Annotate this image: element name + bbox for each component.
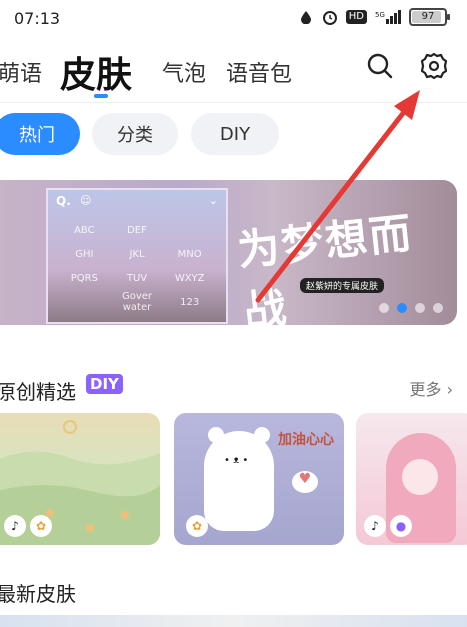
banner-dot[interactable] — [433, 303, 443, 313]
smile-icon: ☺ — [80, 194, 92, 207]
keyboard-key: DEF — [127, 224, 147, 236]
banner-pagination — [379, 303, 443, 313]
tab-bubble[interactable]: 气泡 — [162, 56, 206, 88]
battery-level: 97 — [421, 11, 435, 22]
banner-dot[interactable] — [415, 303, 425, 313]
music-note-icon: ♪ — [4, 515, 26, 537]
chevron-down-icon: ⌄ — [208, 194, 218, 207]
drop-icon — [298, 9, 314, 25]
more-link[interactable]: 更多 › — [409, 376, 453, 400]
keyboard-preview-image: Q. ☺ ⌄ ABC DEF GHI JKL MNO PQRS TUV WXYZ Gover w… — [46, 188, 228, 324]
status-time: 07:13 — [14, 9, 61, 28]
tab-mengyu[interactable]: 萌语 — [0, 56, 42, 88]
keyboard-key: Gover water — [121, 291, 153, 313]
signal-icon: 5G — [375, 9, 401, 25]
bear-card-text: 加油心心 — [278, 432, 334, 448]
signal-label: 5G — [375, 11, 385, 19]
user-icon: ● — [390, 515, 412, 537]
music-note-icon: ♪ — [364, 515, 386, 537]
keyboard-key: PQRS — [70, 272, 98, 284]
keyboard-key: 123 — [180, 296, 200, 308]
more-label: 更多 — [409, 380, 442, 399]
chip-category[interactable]: 分类 — [92, 113, 178, 155]
bear-face: • ᴥ • — [224, 455, 249, 466]
tab-skin[interactable]: 皮肤 — [60, 46, 132, 98]
status-bar: 07:13 HD 5G 97 — [0, 0, 467, 38]
keyboard-key: GHI — [75, 248, 94, 260]
bear-illustration: • ᴥ • — [204, 431, 274, 531]
chip-diy[interactable]: DIY — [191, 113, 279, 155]
promo-banner[interactable]: Q. ☺ ⌄ ABC DEF GHI JKL MNO PQRS TUV WXYZ Gover w… — [0, 180, 457, 325]
chevron-right-icon: › — [446, 380, 453, 399]
keyboard-key: TUV — [126, 272, 148, 284]
search-icon — [366, 52, 394, 84]
keyboard-logo-icon: Q. — [56, 194, 71, 208]
settings-button[interactable] — [418, 52, 450, 84]
battery-indicator: 97 — [409, 8, 450, 26]
skin-card-sakura-girl[interactable]: ♪ ● — [356, 413, 467, 545]
diy-badge: DIY — [86, 374, 123, 394]
keyboard-key: ABC — [74, 224, 95, 236]
section-title-original: 原创精选 — [0, 380, 76, 404]
heart-bubble-icon: ♥ — [292, 471, 318, 493]
status-icons: HD 5G 97 — [298, 8, 450, 26]
girl-face — [402, 459, 438, 495]
hd-badge: HD — [345, 10, 367, 24]
skin-card-bear[interactable]: • ᴥ • 加油心心 ♥ ✿ — [174, 413, 344, 545]
search-button[interactable] — [364, 52, 396, 84]
keyboard-key: JKL — [129, 248, 145, 260]
newest-skins-preview[interactable] — [0, 615, 467, 627]
banner-dot[interactable] — [379, 303, 389, 313]
chip-hot[interactable]: 热门 — [0, 113, 80, 155]
keyboard-key: WXYZ — [174, 272, 205, 284]
gear-icon — [419, 51, 449, 85]
section-title-newest: 最新皮肤 — [0, 582, 76, 606]
banner-dot[interactable] — [397, 303, 407, 313]
header-divider — [0, 102, 467, 103]
top-tab-bar: 萌语 皮肤 气泡 语音包 — [0, 46, 467, 100]
category-chips: 热门 分类 DIY — [0, 113, 467, 157]
tab-voice-pack[interactable]: 语音包 — [226, 56, 292, 88]
alarm-icon — [322, 9, 338, 25]
keyboard-keys: ABC DEF GHI JKL MNO PQRS TUV WXYZ Gover water 123 — [58, 218, 216, 314]
active-tab-indicator — [94, 94, 108, 98]
flower-icon: ✿ — [30, 515, 52, 537]
banner-sub-text: 赵紫妍的专属皮肤 — [300, 278, 385, 293]
keyboard-key: MNO — [177, 248, 202, 260]
flower-icon: ✿ — [186, 515, 208, 537]
skin-card-garden[interactable]: ♪ ✿ — [0, 413, 160, 545]
